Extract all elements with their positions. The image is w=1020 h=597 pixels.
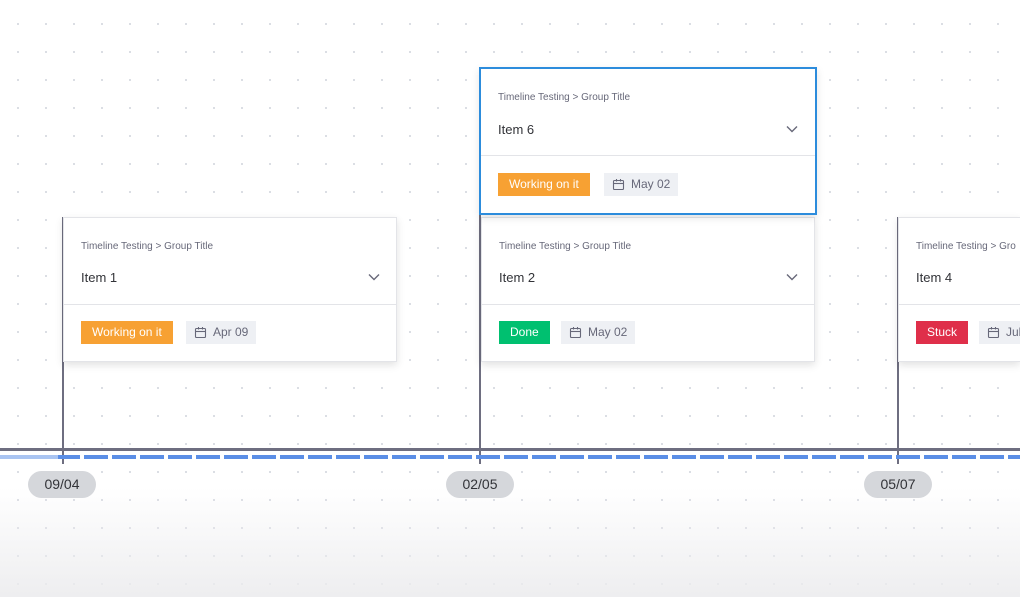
date-chip[interactable]: May 02	[604, 173, 679, 196]
card-footer: Stuck Jul	[899, 305, 1020, 361]
status-badge[interactable]: Stuck	[916, 321, 969, 344]
date-chip[interactable]: May 02	[561, 321, 636, 344]
date-chip-label: Apr 09	[213, 325, 249, 339]
date-chip-label: Jul	[1006, 325, 1020, 339]
timeline-range-track[interactable]	[0, 455, 1020, 459]
date-chip[interactable]: Apr 09	[186, 321, 257, 344]
chevron-down-icon[interactable]	[368, 273, 380, 281]
timeline-range-start	[0, 455, 58, 459]
card-header: Timeline Testing > Group Title Item 6	[481, 69, 815, 156]
timeline-card-selected[interactable]: Timeline Testing > Group Title Item 6 Wo…	[479, 67, 817, 215]
chevron-down-icon[interactable]	[786, 125, 798, 133]
card-footer: Working on it May 02	[481, 156, 815, 213]
status-badge[interactable]: Working on it	[498, 173, 590, 196]
date-chip-label: May 02	[631, 177, 671, 191]
timeline-card[interactable]: Timeline Testing > Group Title Item 2 Do…	[481, 217, 815, 362]
card-header: Timeline Testing > Group Title Item 1	[64, 218, 396, 305]
card-breadcrumb: Timeline Testing > Group Title	[498, 92, 631, 103]
timeline-card[interactable]: Timeline Testing > Gro Item 4 Stuck Jul	[898, 217, 1020, 362]
calendar-icon	[987, 327, 1000, 339]
timeline-card[interactable]: Timeline Testing > Group Title Item 1 Wo…	[63, 217, 397, 362]
date-chip-label: May 02	[588, 325, 628, 339]
axis-date-marker: 02/05	[446, 471, 514, 498]
card-breadcrumb: Timeline Testing > Group Title	[81, 241, 214, 252]
calendar-icon	[569, 327, 582, 339]
status-badge[interactable]: Done	[499, 321, 550, 344]
card-header: Timeline Testing > Gro Item 4	[899, 218, 1020, 305]
card-header: Timeline Testing > Group Title Item 2	[482, 218, 814, 305]
status-badge[interactable]: Working on it	[81, 321, 173, 344]
card-title: Item 4	[916, 270, 953, 285]
card-footer: Done May 02	[482, 305, 814, 361]
card-breadcrumb: Timeline Testing > Group Title	[499, 241, 632, 252]
chevron-down-icon[interactable]	[786, 273, 798, 281]
timeline-axis	[0, 448, 1020, 451]
card-title: Item 6	[498, 122, 535, 137]
axis-date-marker: 09/04	[28, 471, 96, 498]
calendar-icon	[194, 327, 207, 339]
bottom-fade	[0, 487, 1020, 597]
card-breadcrumb: Timeline Testing > Gro	[916, 241, 1016, 252]
axis-date-marker: 05/07	[864, 471, 932, 498]
card-footer: Working on it Apr 09	[64, 305, 396, 361]
calendar-icon	[612, 179, 625, 191]
card-title: Item 2	[499, 270, 536, 285]
card-title: Item 1	[81, 270, 118, 285]
date-chip[interactable]: Jul	[979, 321, 1020, 344]
